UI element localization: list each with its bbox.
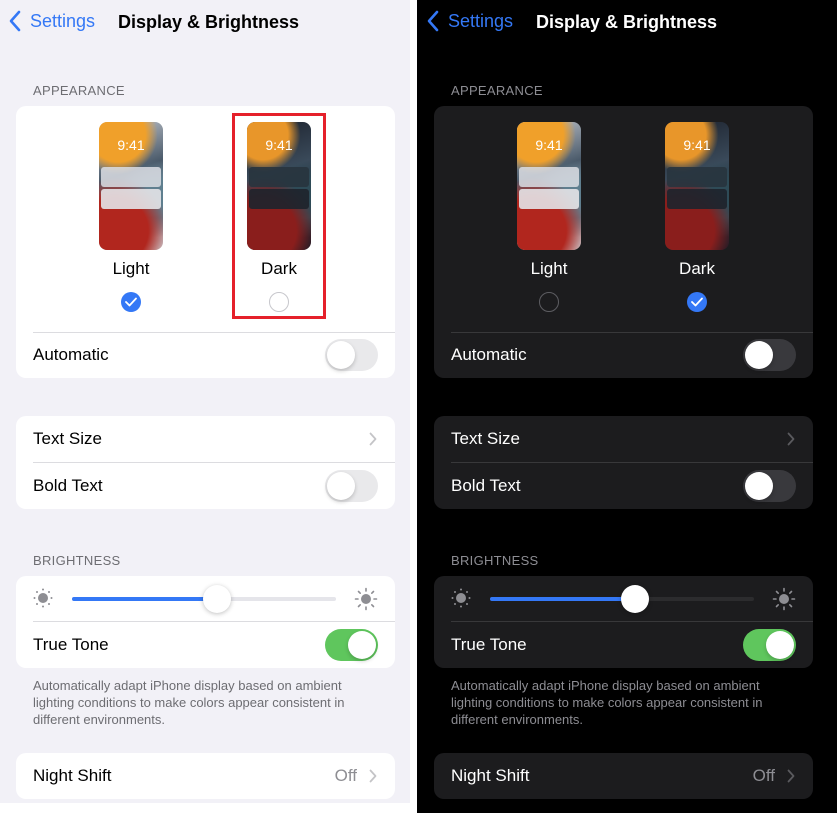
option-label-dark: Dark bbox=[679, 259, 715, 278]
true-tone-row: True Tone bbox=[434, 622, 813, 668]
back-label: Settings bbox=[448, 10, 514, 31]
light-mode-preview[interactable]: 9:41 bbox=[99, 122, 163, 250]
back-button[interactable]: Settings bbox=[8, 10, 95, 32]
true-tone-footnote: Automatically adapt iPhone display based… bbox=[33, 678, 345, 727]
checkmark-icon bbox=[691, 297, 703, 307]
brightness-slider-knob[interactable] bbox=[621, 585, 650, 613]
preview-time: 9:41 bbox=[535, 137, 563, 153]
light-mode-preview[interactable]: 9:41 bbox=[517, 122, 581, 250]
sun-large-icon bbox=[354, 587, 378, 611]
bold-text-toggle[interactable] bbox=[743, 470, 796, 502]
dark-mode-screen: Settings Display & Brightness APPEARANCE… bbox=[417, 0, 837, 813]
navigation-bar: Settings Display & Brightness bbox=[417, 10, 837, 38]
option-label-light: Light bbox=[530, 259, 568, 278]
brightness-slider-knob[interactable] bbox=[203, 585, 232, 613]
bold-text-label: Bold Text bbox=[33, 476, 103, 495]
text-size-label: Text Size bbox=[33, 429, 102, 448]
true-tone-footnote: Automatically adapt iPhone display based… bbox=[451, 678, 763, 727]
radio-dark[interactable] bbox=[687, 292, 707, 312]
text-size-row[interactable]: Text Size bbox=[16, 416, 395, 462]
chevron-right-icon bbox=[787, 432, 795, 446]
automatic-toggle[interactable] bbox=[743, 339, 796, 371]
brightness-slider-fill bbox=[72, 597, 218, 601]
brightness-header: BRIGHTNESS bbox=[33, 553, 121, 568]
text-size-row[interactable]: Text Size bbox=[434, 416, 813, 462]
chevron-right-icon bbox=[787, 769, 795, 783]
bold-text-row: Bold Text bbox=[16, 463, 395, 509]
automatic-label: Automatic bbox=[451, 345, 527, 364]
true-tone-row: True Tone bbox=[16, 622, 395, 668]
automatic-row: Automatic bbox=[16, 332, 395, 378]
chevron-right-icon bbox=[369, 769, 377, 783]
text-group: Text Size Bold Text bbox=[434, 416, 813, 509]
brightness-group: True Tone bbox=[434, 576, 813, 668]
night-shift-value: Off bbox=[752, 766, 775, 785]
page-title: Display & Brightness bbox=[536, 12, 718, 32]
appearance-group: 9:41 Light 9:41 Dark Automatic bbox=[434, 106, 813, 378]
highlight-box bbox=[232, 113, 326, 319]
brightness-group: True Tone bbox=[16, 576, 395, 668]
option-label-light: Light bbox=[112, 259, 150, 278]
sun-small-icon bbox=[33, 588, 53, 608]
bold-text-toggle[interactable] bbox=[325, 470, 378, 502]
night-shift-row[interactable]: Night Shift Off bbox=[434, 753, 813, 799]
preview-time: 9:41 bbox=[117, 137, 145, 153]
true-tone-toggle[interactable] bbox=[325, 629, 378, 661]
radio-light[interactable] bbox=[121, 292, 141, 312]
true-tone-label: True Tone bbox=[451, 635, 527, 654]
appearance-header: APPEARANCE bbox=[33, 83, 125, 98]
appearance-header: APPEARANCE bbox=[451, 83, 543, 98]
checkmark-icon bbox=[125, 297, 137, 307]
night-shift-group: Night Shift Off bbox=[16, 753, 395, 799]
sun-large-icon bbox=[772, 587, 796, 611]
bold-text-row: Bold Text bbox=[434, 463, 813, 509]
page-title: Display & Brightness bbox=[118, 12, 300, 32]
true-tone-label: True Tone bbox=[33, 635, 109, 654]
text-size-label: Text Size bbox=[451, 429, 520, 448]
night-shift-label: Night Shift bbox=[451, 766, 530, 785]
automatic-label: Automatic bbox=[33, 345, 109, 364]
chevron-right-icon bbox=[369, 432, 377, 446]
preview-time: 9:41 bbox=[683, 137, 711, 153]
night-shift-row[interactable]: Night Shift Off bbox=[16, 753, 395, 799]
brightness-slider-fill bbox=[490, 597, 636, 601]
night-shift-value: Off bbox=[334, 766, 357, 785]
true-tone-toggle[interactable] bbox=[743, 629, 796, 661]
sun-small-icon bbox=[451, 588, 471, 608]
text-group: Text Size Bold Text bbox=[16, 416, 395, 509]
radio-light[interactable] bbox=[539, 292, 559, 312]
bold-text-label: Bold Text bbox=[451, 476, 521, 495]
brightness-header: BRIGHTNESS bbox=[451, 553, 539, 568]
automatic-toggle[interactable] bbox=[325, 339, 378, 371]
chevron-left-icon bbox=[427, 10, 439, 32]
automatic-row: Automatic bbox=[434, 332, 813, 378]
appearance-group: 9:41 Light 9:41 Dark Automatic bbox=[16, 106, 395, 378]
navigation-bar: Settings Display & Brightness bbox=[0, 10, 410, 38]
night-shift-group: Night Shift Off bbox=[434, 753, 813, 799]
light-mode-screen: Settings Display & Brightness APPEARANCE… bbox=[0, 0, 410, 803]
back-button[interactable]: Settings bbox=[426, 10, 513, 32]
dark-mode-preview[interactable]: 9:41 bbox=[665, 122, 729, 250]
chevron-left-icon bbox=[9, 10, 21, 32]
back-label: Settings bbox=[30, 10, 96, 31]
night-shift-label: Night Shift bbox=[33, 766, 112, 785]
